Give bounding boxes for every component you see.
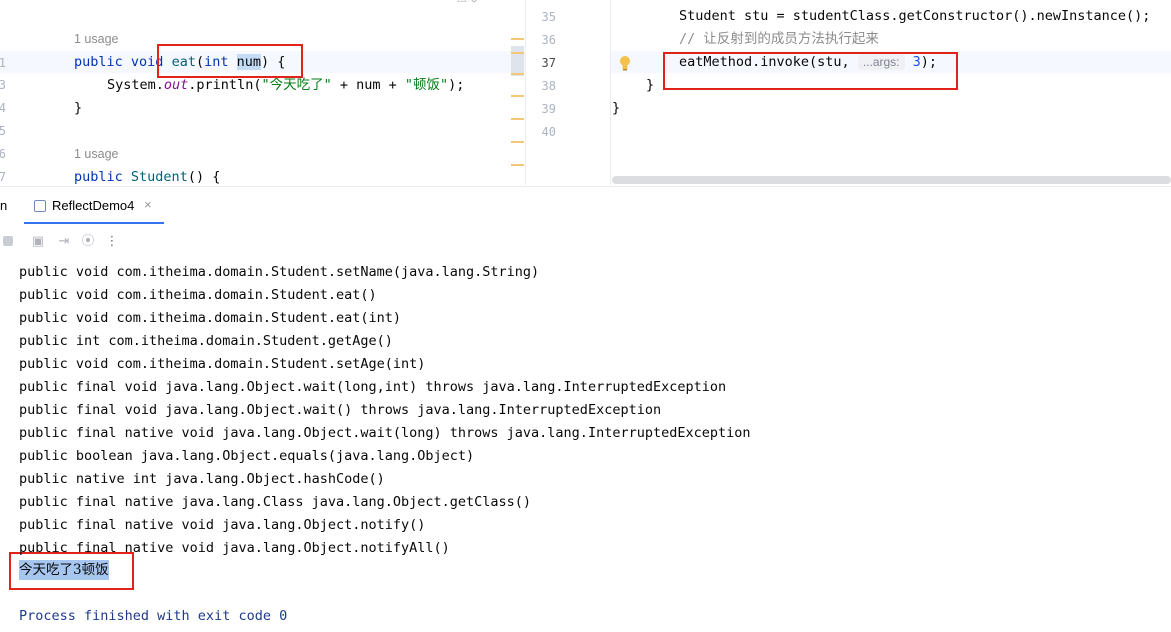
keyword-void: void <box>130 54 164 70</box>
gutter-line-number: 5 <box>0 124 6 138</box>
tool-window-tabbar: n ReflectDemo4 × <box>0 186 1171 226</box>
code-line-37[interactable]: eatMethod.invoke(stu, ...args: 3); <box>679 52 937 72</box>
line-number: 40 <box>541 125 556 139</box>
restore-layout-icon[interactable]: ⇥ <box>56 234 72 250</box>
active-tab-underline <box>24 222 164 224</box>
gutter-line-number: 3 <box>0 78 6 92</box>
console-line: public final native java.lang.Class java… <box>19 494 532 510</box>
scroll-marker[interactable] <box>511 38 524 40</box>
num-ref: num <box>356 77 381 93</box>
program-output-selected[interactable]: 今天吃了3顿饭 <box>19 560 109 580</box>
line-number: 36 <box>541 33 556 47</box>
line-number: 38 <box>541 79 556 93</box>
keyword-public: public <box>74 54 123 70</box>
scrollbar-thumb[interactable] <box>511 46 524 76</box>
gutter-line-number: 7 <box>0 170 6 184</box>
system-ref: System. <box>107 77 164 93</box>
signature-close: ) { <box>261 54 286 70</box>
concat-op: + <box>331 77 357 93</box>
process-finished-message: Process finished with exit code 0 <box>19 608 288 624</box>
keyword-int: int <box>204 54 229 70</box>
keyword-public: public <box>74 169 123 185</box>
tab-close-icon[interactable]: × <box>144 197 152 212</box>
right-editor-pane[interactable]: 35 36 37 38 39 40 <box>526 0 1171 185</box>
left-editor-pane[interactable]: 1 usage public void eat(int num) { Syste… <box>0 0 525 185</box>
args-inlay-hint: ...args: <box>857 54 905 70</box>
code-line-38: } <box>646 77 655 93</box>
scroll-marker[interactable] <box>511 164 524 166</box>
gutter-line-number: 6 <box>0 147 6 161</box>
warning-badge-icon[interactable]: ⚠ 6 <box>457 0 479 5</box>
console-line: public int com.itheima.domain.Student.ge… <box>19 333 393 349</box>
usage-hint[interactable]: 1 usage <box>74 147 118 161</box>
println-statement[interactable]: System.out.println("今天吃了" + num + "顿饭"); <box>107 75 464 95</box>
scroll-marker[interactable] <box>511 118 524 120</box>
gutter-line-number: 4 <box>0 101 6 115</box>
eat-method-signature[interactable]: public void eat(int num) { <box>74 52 285 72</box>
code-line-39: } <box>612 100 621 116</box>
scroll-marker[interactable] <box>511 73 524 75</box>
param-num: num <box>236 54 262 70</box>
string-literal-2: "顿饭" <box>404 77 449 93</box>
camera-icon[interactable]: ▣ <box>30 234 46 250</box>
profiler-icon[interactable]: ⦿ <box>80 234 96 250</box>
console-output[interactable]: public void com.itheima.domain.Student.s… <box>0 260 1171 632</box>
console-line: public final native void java.lang.Objec… <box>19 517 426 533</box>
arg-value: 3 <box>912 54 921 70</box>
statement-end: ); <box>448 77 465 93</box>
gutter-line-number: 1 <box>0 56 6 70</box>
out-field: out <box>163 77 189 93</box>
println-call: .println( <box>188 77 262 93</box>
console-line: public final void java.lang.Object.wait(… <box>19 379 727 395</box>
statement-end: ); <box>920 54 938 70</box>
constructor-name: Student <box>130 169 188 185</box>
console-line: public native int java.lang.Object.hashC… <box>19 471 385 487</box>
horizontal-scrollbar[interactable] <box>612 176 1171 184</box>
run-tab-partial[interactable]: n <box>0 198 7 213</box>
invoke-call: eatMethod.invoke(stu, <box>679 54 858 70</box>
console-line: public final native void java.lang.Objec… <box>19 425 751 441</box>
constructor-signature[interactable]: public Student() { <box>74 167 220 185</box>
scroll-marker[interactable] <box>511 141 524 143</box>
method-close-brace: } <box>74 100 83 116</box>
line-number: 35 <box>541 10 556 24</box>
scroll-marker[interactable] <box>511 95 524 97</box>
console-line: public void com.itheima.domain.Student.e… <box>19 310 402 326</box>
line-number: 37 <box>541 56 556 70</box>
more-options-icon[interactable]: ⋮ <box>104 234 120 250</box>
method-name-eat: eat <box>171 54 196 70</box>
console-line: public void com.itheima.domain.Student.s… <box>19 264 540 280</box>
code-comment-line-36[interactable]: // 让反射到的成员方法执行起来 <box>679 29 879 49</box>
console-file-icon <box>34 200 46 212</box>
console-line: public boolean java.lang.Object.equals(j… <box>19 448 475 464</box>
gutter-divider <box>610 0 611 185</box>
console-line: public void com.itheima.domain.Student.s… <box>19 356 426 372</box>
console-line: public final void java.lang.Object.wait(… <box>19 402 662 418</box>
concat-op: + <box>380 77 405 93</box>
console-line: public void com.itheima.domain.Student.e… <box>19 287 377 303</box>
tab-label: ReflectDemo4 <box>52 198 135 213</box>
string-literal-1: "今天吃了" <box>261 77 332 93</box>
code-line-35[interactable]: Student stu = studentClass.getConstructo… <box>679 6 1150 26</box>
line-number: 39 <box>541 102 556 116</box>
stop-icon[interactable] <box>0 234 16 250</box>
scroll-marker[interactable] <box>511 52 524 54</box>
usage-hint[interactable]: 1 usage <box>74 32 118 46</box>
console-line: public final native void java.lang.Objec… <box>19 540 450 556</box>
console-toolbar: ▣ ⇥ ⦿ ⋮ <box>0 228 300 256</box>
lightbulb-icon[interactable] <box>619 55 631 71</box>
constructor-rest: () { <box>187 169 221 185</box>
